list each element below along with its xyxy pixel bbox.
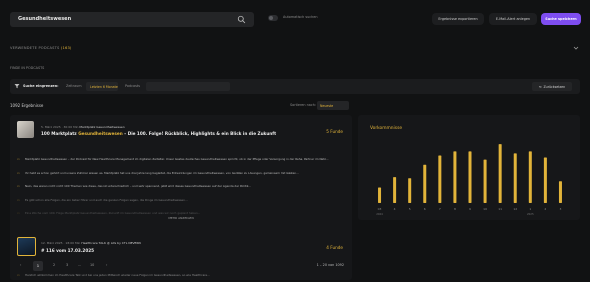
- episode-title[interactable]: # 116 vom 17.03.2025: [41, 248, 94, 253]
- chart-bar[interactable]: [423, 164, 427, 203]
- page-3-button[interactable]: 3: [66, 263, 68, 267]
- podcasts-select[interactable]: [146, 82, 230, 91]
- x-tick-year: 2024: [376, 212, 383, 216]
- period-label: Zeitraum: [66, 84, 82, 88]
- x-tick-label: 4: [394, 207, 396, 211]
- episode-date: 5. März 2025 · 30:00 Min: [41, 125, 79, 129]
- chart-bar[interactable]: [468, 151, 472, 203]
- chart-bar[interactable]: [408, 178, 412, 203]
- sort-value: Neueste: [320, 103, 334, 108]
- search-input[interactable]: Gesundheitswesen: [10, 12, 254, 27]
- snippet-row[interactable]: ▭ Marktplatz Gesundheitswesen – der Podca…: [17, 157, 345, 161]
- next-page-button[interactable]: ›: [106, 263, 107, 267]
- chart-bar[interactable]: [438, 155, 442, 203]
- chevron-down-icon[interactable]: [573, 45, 579, 51]
- chart-bar[interactable]: [528, 151, 532, 203]
- page-10-button[interactable]: 10: [90, 263, 94, 267]
- show-more-button[interactable]: MEHR ANZEIGEN: [10, 216, 352, 220]
- save-search-button[interactable]: Suche speichern: [541, 13, 581, 25]
- results-count: 1092 Ergebnisse: [10, 103, 44, 108]
- chart-bar[interactable]: [498, 144, 502, 203]
- episode-thumbnail: [17, 121, 34, 138]
- snippet-row[interactable]: ▭ Es gibt schon alle Folgen, die ein lieb…: [17, 198, 345, 202]
- play-icon: ▭: [17, 184, 20, 188]
- reset-filters-button[interactable]: ⟲ Zurücksetzen: [532, 82, 572, 91]
- results-range: 1 – 20 von 1092: [316, 263, 344, 267]
- x-tick-label: 03: [378, 207, 382, 211]
- period-select[interactable]: Letzten 6 Monate: [86, 82, 118, 91]
- export-results-button[interactable]: Ergebnisse exportieren: [432, 13, 484, 25]
- search-value[interactable]: Gesundheitswesen: [18, 16, 71, 22]
- podcasts-label: Podcasts: [125, 84, 140, 88]
- x-tick-label: 8: [454, 207, 456, 211]
- podcast-name[interactable]: Healthcare TALK @ Life by CTL NEVERN: [81, 241, 140, 245]
- results-list: 5. März 2025 · 30:00 Min Marktplatz Gesu…: [10, 115, 352, 280]
- x-tick-label: 12: [513, 207, 517, 211]
- chart-bar[interactable]: [393, 177, 397, 203]
- used-podcasts-count: (163): [60, 46, 72, 50]
- reset-label: Zurücksetzen: [543, 84, 566, 89]
- x-tick-year: 2025: [527, 212, 534, 216]
- filter-bar: Suche eingrenzen: Zeitraum Letzten 6 Mon…: [10, 79, 580, 94]
- episode-date: 12. März 2025 · 18:00 Min: [41, 241, 81, 245]
- auto-search-toggle[interactable]: [268, 15, 278, 21]
- email-alert-button[interactable]: E-Mail-Alert anlegen: [489, 13, 537, 25]
- chart-bar[interactable]: [558, 181, 562, 203]
- x-tick-label: 2: [544, 207, 546, 211]
- pagination: ‹ 1 2 3 ... 10 › 1 – 20 von 1092: [10, 261, 352, 273]
- episode-title[interactable]: 100 Marktplatz Gesundheitswesen – Die 10…: [41, 131, 276, 136]
- x-tick-label: 5: [409, 207, 411, 211]
- period-value: Letzten 6 Monate: [90, 84, 118, 89]
- play-icon: ▭: [17, 198, 20, 202]
- x-tick-label: 10: [483, 207, 487, 211]
- page-1-button[interactable]: 1: [33, 261, 43, 271]
- chart-bar[interactable]: [513, 153, 517, 203]
- snippet-row[interactable]: ▭ Eine Woche vom 100. Folge Marktplatz Ge…: [17, 211, 345, 215]
- snippet-row[interactable]: ▭ Ihr habt es schon gehört und unsere Zuh…: [17, 171, 345, 175]
- search-icon[interactable]: [237, 15, 246, 24]
- used-podcasts-label: VERWENDETE PODCASTS: [10, 46, 60, 50]
- podcast-name[interactable]: Marktplatz Gesundheitswesen: [79, 125, 124, 129]
- occurrences-chart: Vorkommnisse 03 2024 4 5 6 7 8 9 10 11 12 1 2025 2 3: [358, 115, 580, 220]
- sort-select[interactable]: Neueste: [317, 101, 349, 110]
- x-tick-label: 11: [498, 207, 502, 211]
- chart-bar[interactable]: [378, 187, 382, 204]
- x-tick-label: 3: [560, 207, 562, 211]
- refresh-icon: ⟲: [538, 84, 542, 89]
- chart-svg: 032024 4 5 6 7 8 9 10 11 12 12025 2 3: [376, 144, 562, 216]
- prev-page-button[interactable]: ‹: [20, 263, 21, 267]
- page-2-button[interactable]: 2: [53, 263, 55, 267]
- filter-icon: [14, 84, 20, 89]
- x-tick-label: 6: [424, 207, 426, 211]
- episode-thumbnail: [17, 237, 36, 256]
- sort-label: Sortieren nach:: [290, 103, 316, 107]
- used-podcasts-header[interactable]: VERWENDETE PODCASTS (163): [10, 46, 72, 50]
- snippet-row[interactable]: ▭ Nein, das waren nicht nicht 100 Themen …: [17, 184, 345, 188]
- found-count: 4 Funde: [326, 245, 343, 250]
- page-ellipsis: ...: [78, 263, 82, 267]
- auto-search-label: Automatisch suchen: [283, 15, 318, 19]
- x-tick-label: 9: [469, 207, 471, 211]
- x-tick-label: 1: [529, 207, 531, 211]
- play-icon: ▭: [17, 211, 20, 215]
- chart-bar[interactable]: [453, 151, 457, 203]
- play-icon: ▭: [17, 157, 20, 161]
- play-icon: ▭: [17, 273, 20, 277]
- filter-label: Suche eingrenzen:: [23, 84, 59, 88]
- x-tick-label: 7: [439, 207, 441, 211]
- play-icon: ▭: [17, 171, 20, 175]
- find-in-podcasts-label: FINDE IN PODCASTS: [10, 66, 45, 70]
- chart-bar[interactable]: [543, 157, 547, 203]
- chart-bar[interactable]: [483, 159, 487, 203]
- snippet-row[interactable]: ▭ Herzlich willkommen im Healthcare Talk …: [17, 273, 345, 277]
- found-count: 5 Funde: [326, 129, 343, 134]
